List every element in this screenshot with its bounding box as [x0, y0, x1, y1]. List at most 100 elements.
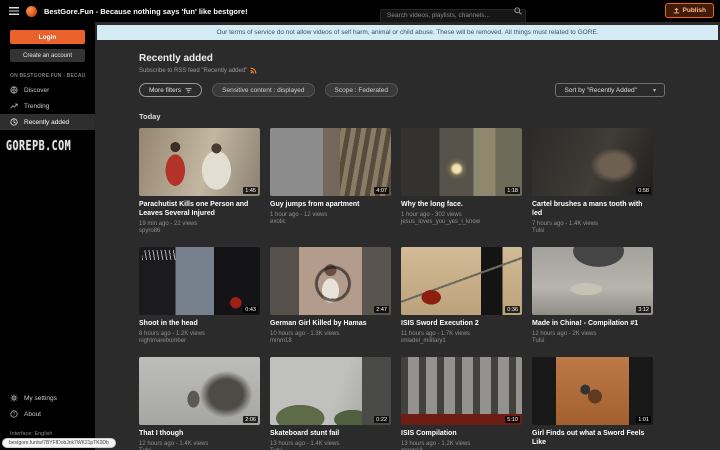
video-channel[interactable]: nightmarebomber: [139, 338, 260, 344]
site-title[interactable]: BestGore.Fun - Because nothing says 'fun…: [44, 7, 248, 16]
video-thumbnail[interactable]: 2:06: [139, 357, 260, 425]
sidebar-section-header: ON BESTGORE.FUN - BECAUS...: [10, 73, 85, 79]
sort-dropdown[interactable]: Sort by "Recently Added" ▾: [555, 83, 665, 97]
video-duration-badge: 1:01: [636, 416, 651, 423]
video-title[interactable]: Made in China! - Compilation #1: [532, 319, 653, 328]
video-card[interactable]: 5:10 ISIS Compilation 13 hours ago - 1.2…: [401, 357, 522, 450]
sensitive-content-filter[interactable]: Sensitive content : displayed: [212, 83, 314, 97]
video-card[interactable]: 3:12 Made in China! - Compilation #1 12 …: [532, 247, 653, 344]
create-account-button[interactable]: Create an account: [10, 49, 85, 62]
sidebar-item-label: Recently added: [24, 119, 69, 126]
video-card[interactable]: 1:01 Girl Finds out what a Sword Feels L…: [532, 357, 653, 450]
video-title[interactable]: Skateboard stunt fail: [270, 429, 391, 438]
video-title[interactable]: German Girl Killed by Hamas: [270, 319, 391, 328]
video-title[interactable]: Why the long face.: [401, 200, 522, 209]
publish-button[interactable]: Publish: [665, 3, 714, 18]
video-thumbnail[interactable]: 0:22: [270, 357, 391, 425]
sidebar-item-label: About: [24, 411, 41, 418]
top-header: BestGore.Fun - Because nothing says 'fun…: [0, 0, 720, 22]
clock-icon: [10, 118, 18, 126]
video-card[interactable]: 0:58 Cartel brushes a mans tooth with le…: [532, 128, 653, 234]
chevron-down-icon: ▾: [653, 87, 656, 94]
interface-language-label[interactable]: Interface: English: [10, 431, 85, 437]
video-duration-badge: 5:10: [505, 416, 520, 423]
video-title[interactable]: Shoot in the head: [139, 319, 260, 328]
more-filters-label: More filters: [149, 87, 181, 94]
sidebar-item-label: My settings: [24, 395, 57, 402]
video-duration-badge: 1:45: [243, 187, 258, 194]
scope-filter[interactable]: Scope : Federated: [325, 83, 398, 97]
sort-dropdown-label: Sort by "Recently Added": [564, 87, 637, 94]
search-input[interactable]: [380, 9, 526, 23]
video-thumbnail[interactable]: 0:43: [139, 247, 260, 315]
video-thumbnail[interactable]: 0:58: [532, 128, 653, 196]
video-channel[interactable]: mmm18: [270, 338, 391, 344]
video-thumbnail[interactable]: 0:36: [401, 247, 522, 315]
video-title[interactable]: Cartel brushes a mans tooth with led: [532, 200, 653, 218]
search-icon[interactable]: [514, 7, 522, 15]
video-thumbnail[interactable]: 3:12: [532, 247, 653, 315]
video-duration-badge: 4:07: [374, 187, 389, 194]
video-duration-badge: 3:12: [636, 306, 651, 313]
video-title[interactable]: ISIS Sword Execution 2: [401, 319, 522, 328]
video-thumbnail[interactable]: 2:47: [270, 247, 391, 315]
video-duration-badge: 2:06: [243, 416, 258, 423]
sidebar-item-label: Discover: [24, 87, 49, 94]
video-title[interactable]: Parachutist Kills one Person and Leaves …: [139, 200, 260, 218]
menu-toggle-icon[interactable]: [9, 7, 19, 15]
sidebar-item-recently-added[interactable]: Recently added: [0, 114, 95, 130]
video-title[interactable]: ISIS Compilation: [401, 429, 522, 438]
video-card[interactable]: 0:43 Shoot in the head 8 hours ago - 1.2…: [139, 247, 260, 344]
trending-icon: [10, 102, 18, 110]
publish-button-label: Publish: [683, 7, 706, 14]
upload-icon: [673, 7, 680, 14]
video-channel[interactable]: imladel_military1: [401, 338, 522, 344]
video-card[interactable]: 1:18 Why the long face. 1 hour ago - 302…: [401, 128, 522, 234]
more-filters-button[interactable]: More filters: [139, 83, 202, 97]
search-container: [380, 4, 526, 18]
video-meta: 12 hours ago - 2K views: [532, 331, 653, 337]
video-channel[interactable]: spyro86: [139, 228, 260, 234]
video-thumbnail[interactable]: 4:07: [270, 128, 391, 196]
video-channel[interactable]: jesus_loves_you_yes_i_know: [401, 219, 522, 225]
video-duration-badge: 1:18: [505, 187, 520, 194]
sidebar-spacer: [0, 150, 95, 390]
video-channel[interactable]: Tulsi: [532, 228, 653, 234]
video-meta: 19 min ago - 22 views: [139, 221, 260, 227]
video-card[interactable]: 2:06 That I though 12 hours ago - 1.4K v…: [139, 357, 260, 450]
sidebar-logo-text[interactable]: GOREPB.COM: [6, 139, 89, 154]
page-title: Recently added: [139, 53, 665, 64]
rss-subscribe-label[interactable]: Subscribe to RSS feed "Recently added": [139, 68, 247, 74]
gear-icon: [10, 394, 18, 402]
link-preview-statusbar: bestgore.fun/w/7BYFfDobJnk7WK21pTK0Db: [2, 438, 116, 448]
video-meta: 8 hours ago - 1.2K views: [139, 331, 260, 337]
video-thumbnail[interactable]: 1:18: [401, 128, 522, 196]
video-thumbnail[interactable]: 5:10: [401, 357, 522, 425]
video-card[interactable]: 4:07 Guy jumps from apartment 1 hour ago…: [270, 128, 391, 234]
date-group-label: Today: [139, 112, 665, 121]
rss-icon[interactable]: [250, 67, 257, 74]
sidebar-item-discover[interactable]: Discover: [0, 82, 95, 98]
content: Recently added Subscribe to RSS feed "Re…: [95, 53, 720, 450]
video-channel[interactable]: Tulsi: [532, 338, 653, 344]
video-channel[interactable]: exotic: [270, 219, 391, 225]
video-card[interactable]: 0:36 ISIS Sword Execution 2 11 hours ago…: [401, 247, 522, 344]
video-meta: 11 hours ago - 1.7K views: [401, 331, 522, 337]
sidebar-item-about[interactable]: ? About: [0, 406, 95, 422]
video-meta: 13 hours ago - 1.4K views: [270, 441, 391, 447]
main-area: Our terms of service do not allow videos…: [95, 22, 720, 450]
video-title[interactable]: Girl Finds out what a Sword Feels Like: [532, 429, 653, 447]
sidebar-item-trending[interactable]: Trending: [0, 98, 95, 114]
site-logo-icon[interactable]: [26, 6, 37, 17]
video-meta: 7 hours ago - 1.4K views: [532, 221, 653, 227]
video-thumbnail[interactable]: 1:01: [532, 357, 653, 425]
video-card[interactable]: 1:45 Parachutist Kills one Person and Le…: [139, 128, 260, 234]
video-card[interactable]: 0:22 Skateboard stunt fail 13 hours ago …: [270, 357, 391, 450]
login-button[interactable]: Login: [10, 30, 85, 44]
video-card[interactable]: 2:47 German Girl Killed by Hamas 10 hour…: [270, 247, 391, 344]
video-title[interactable]: Guy jumps from apartment: [270, 200, 391, 209]
video-title[interactable]: That I though: [139, 429, 260, 438]
filter-icon: [185, 87, 192, 94]
sidebar-item-my-settings[interactable]: My settings: [0, 390, 95, 406]
video-thumbnail[interactable]: 1:45: [139, 128, 260, 196]
